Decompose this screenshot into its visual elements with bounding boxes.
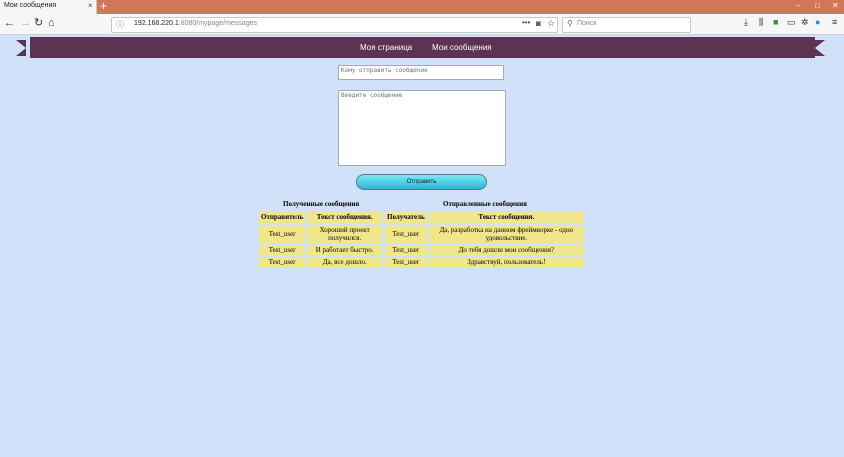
sent-table: Получатель Текст сообщения. Test_user Да…: [383, 209, 586, 269]
sidebar-icon[interactable]: ▭: [787, 17, 796, 28]
close-window-button[interactable]: ✕: [832, 1, 839, 10]
sent-recipient-cell: Test_user: [385, 245, 427, 255]
pocket-icon[interactable]: ◙: [536, 19, 541, 28]
profile-icon[interactable]: ●: [815, 17, 820, 27]
sent-caption: Отправленные сообщения: [443, 200, 527, 208]
reload-icon[interactable]: ↻: [34, 17, 43, 29]
extension-icon[interactable]: ■: [773, 17, 778, 27]
sent-header-row: Получатель Текст сообщения.: [385, 211, 584, 223]
sent-text-cell: Здравствуй, пользователь!: [428, 257, 584, 267]
table-row: Test_user И работает быстро.: [259, 245, 382, 255]
page-actions-icon[interactable]: •••: [522, 18, 530, 27]
received-text-cell: Да, все дошло.: [307, 257, 382, 267]
nav-link-my-messages[interactable]: Мои сообщения: [432, 43, 492, 52]
forward-icon[interactable]: →: [20, 17, 31, 29]
url-path: :8080/mypage/messages: [178, 20, 257, 27]
browser-title-bar: Мои сообщения × + – □ ✕: [0, 0, 844, 14]
received-sender-cell: Test_user: [259, 225, 306, 243]
bookmark-star-icon[interactable]: ☆: [547, 18, 555, 29]
url-host: 192.168.220.1: [134, 20, 179, 27]
minimize-button[interactable]: –: [796, 1, 800, 10]
sent-text-cell: Да, разработка на данном фреймворке - од…: [428, 225, 584, 243]
browser-nav-bar: ← → ↻ ⌂ ⓘ 192.168.220.1:8080/mypage/mess…: [0, 14, 844, 35]
search-placeholder: Поиск: [577, 20, 597, 27]
tab-title: Мои сообщения: [4, 2, 57, 9]
received-header-row: Отправитель Текст сообщения.: [259, 211, 382, 223]
library-icon[interactable]: ⫼: [759, 17, 763, 28]
recipient-input[interactable]: [338, 65, 504, 80]
sent-header-text: Текст сообщения.: [428, 211, 584, 223]
search-bar[interactable]: ⚲ Поиск: [562, 17, 691, 33]
received-header-text: Текст сообщения.: [307, 211, 382, 223]
site-nav-ribbon: [30, 37, 815, 58]
table-row: Test_user Да, разработка на данном фрейм…: [385, 225, 584, 243]
back-icon[interactable]: ←: [4, 17, 15, 29]
message-input[interactable]: [338, 90, 506, 166]
downloads-icon[interactable]: ⤓: [744, 17, 748, 28]
sent-text-cell: До тебя дошли мои сообщения?: [428, 245, 584, 255]
received-caption: Полученные сообщения: [283, 200, 360, 208]
tab-close-icon[interactable]: ×: [88, 1, 93, 10]
new-tab-button[interactable]: +: [100, 0, 107, 13]
ribbon-left-end: [16, 40, 26, 56]
sent-recipient-cell: Test_user: [385, 257, 427, 267]
received-table: Отправитель Текст сообщения. Test_user Х…: [257, 209, 384, 269]
nav-link-my-page[interactable]: Моя страница: [360, 43, 412, 52]
send-button[interactable]: Отправить: [356, 174, 487, 190]
maximize-button[interactable]: □: [815, 1, 820, 10]
table-row: Test_user Хороший проект получился.: [259, 225, 382, 243]
screenshot-icon[interactable]: ✲: [801, 17, 809, 28]
table-row: Test_user Да, все дошло.: [259, 257, 382, 267]
browser-tab[interactable]: Мои сообщения ×: [0, 0, 97, 14]
table-row: Test_user Здравствуй, пользователь!: [385, 257, 584, 267]
received-sender-cell: Test_user: [259, 257, 306, 267]
address-text: 192.168.220.1:8080/mypage/messages: [134, 20, 257, 27]
ribbon-right-end: [815, 40, 825, 56]
received-text-cell: Хороший проект получился.: [307, 225, 382, 243]
home-icon[interactable]: ⌂: [48, 17, 55, 29]
sent-header-recipient: Получатель: [385, 211, 427, 223]
address-bar[interactable]: ⓘ 192.168.220.1:8080/mypage/messages •••…: [111, 17, 558, 33]
table-row: Test_user До тебя дошли мои сообщения?: [385, 245, 584, 255]
search-icon: ⚲: [567, 19, 573, 28]
site-info-icon[interactable]: ⓘ: [116, 19, 124, 30]
received-text-cell: И работает быстро.: [307, 245, 382, 255]
menu-icon[interactable]: ≡: [832, 17, 837, 27]
sent-recipient-cell: Test_user: [385, 225, 427, 243]
received-header-sender: Отправитель: [259, 211, 306, 223]
received-sender-cell: Test_user: [259, 245, 306, 255]
